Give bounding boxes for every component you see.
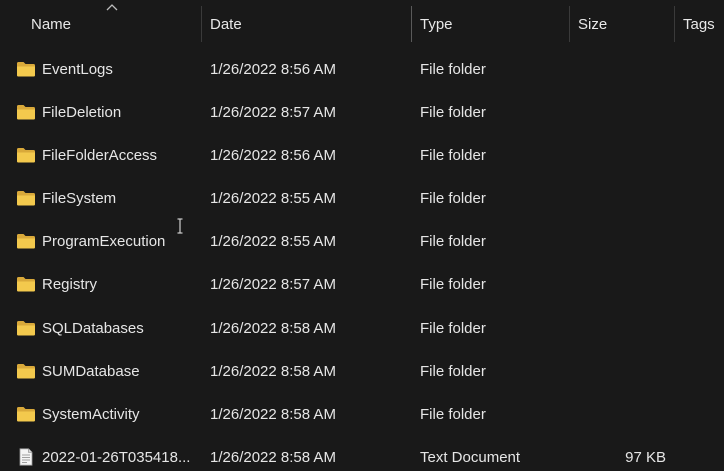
file-row[interactable]: SystemActivity 1/26/2022 8:58 AM File fold… xyxy=(0,393,724,436)
file-row[interactable]: FileFolderAccess 1/26/2022 8:56 AM File fo… xyxy=(0,134,724,177)
file-date: 1/26/2022 8:57 AM xyxy=(210,276,336,294)
file-row[interactable]: SUMDatabase 1/26/2022 8:58 AM File folder xyxy=(0,350,724,393)
file-name: Registry xyxy=(42,276,98,294)
folder-icon xyxy=(16,146,36,164)
file-name: ProgramExecution xyxy=(42,233,166,251)
text-document-icon xyxy=(16,448,36,466)
column-divider[interactable] xyxy=(411,6,412,42)
column-header-date[interactable]: Date xyxy=(210,0,242,46)
file-type: File folder xyxy=(420,147,486,165)
folder-icon xyxy=(16,362,36,380)
file-explorer-view: Name Date Type Size Tags EventLogs 1/26/2… xyxy=(0,0,724,471)
file-size xyxy=(560,91,666,134)
text-cursor-icon xyxy=(177,218,183,234)
file-list: EventLogs 1/26/2022 8:56 AM File folder Fil… xyxy=(0,48,724,471)
file-date: 1/26/2022 8:55 AM xyxy=(210,190,336,208)
file-name: SUMDatabase xyxy=(42,362,140,380)
file-date: 1/26/2022 8:55 AM xyxy=(210,233,336,251)
column-divider[interactable] xyxy=(674,6,675,42)
folder-icon xyxy=(16,405,36,423)
file-type: File folder xyxy=(420,233,486,251)
file-size xyxy=(560,263,666,306)
file-date: 1/26/2022 8:58 AM xyxy=(210,448,336,466)
file-date: 1/26/2022 8:58 AM xyxy=(210,405,336,423)
file-name: EventLogs xyxy=(42,61,113,78)
file-size xyxy=(560,220,666,263)
file-name: SQLDatabases xyxy=(42,319,144,337)
column-header-size[interactable]: Size xyxy=(578,0,607,46)
file-type: File folder xyxy=(420,61,486,78)
file-size xyxy=(560,393,666,436)
file-type: File folder xyxy=(420,362,486,380)
file-size xyxy=(560,134,666,177)
folder-icon xyxy=(16,232,36,250)
folder-icon xyxy=(16,60,36,78)
folder-icon xyxy=(16,275,36,293)
file-type: File folder xyxy=(420,319,486,337)
file-date: 1/26/2022 8:57 AM xyxy=(210,104,336,122)
file-date: 1/26/2022 8:56 AM xyxy=(210,147,336,165)
file-date: 1/26/2022 8:56 AM xyxy=(210,61,336,78)
file-type: Text Document xyxy=(420,448,521,466)
file-row[interactable]: 2022-01-26T035418... 1/26/2022 8:58 AM Tex… xyxy=(0,436,724,471)
file-name: FileFolderAccess xyxy=(42,147,158,165)
file-row[interactable]: EventLogs 1/26/2022 8:56 AM File folder xyxy=(0,48,724,91)
column-header-type[interactable]: Type xyxy=(420,0,453,46)
file-name: SystemActivity xyxy=(42,405,140,423)
sort-ascending-icon xyxy=(106,4,118,11)
file-date: 1/26/2022 8:58 AM xyxy=(210,319,336,337)
column-divider[interactable] xyxy=(569,6,570,42)
folder-icon xyxy=(16,103,36,121)
file-type: File folder xyxy=(420,276,486,294)
file-size xyxy=(560,177,666,220)
file-row[interactable]: FileDeletion 1/26/2022 8:57 AM File folder xyxy=(0,91,724,134)
column-header-bar: Name Date Type Size Tags xyxy=(0,0,724,46)
column-divider[interactable] xyxy=(201,6,202,42)
file-name: 2022-01-26T035418... xyxy=(42,448,191,466)
file-type: File folder xyxy=(420,405,486,423)
file-name: FileDeletion xyxy=(42,104,122,122)
file-name: FileSystem xyxy=(42,190,117,208)
folder-icon xyxy=(16,189,36,207)
file-type: File folder xyxy=(420,104,486,122)
file-row[interactable]: Registry 1/26/2022 8:57 AM File folder xyxy=(0,263,724,306)
file-date: 1/26/2022 8:58 AM xyxy=(210,362,336,380)
file-type: File folder xyxy=(420,190,486,208)
file-size xyxy=(560,350,666,393)
file-size: 97 KB xyxy=(625,448,666,466)
column-header-tags[interactable]: Tags xyxy=(683,0,715,46)
file-size xyxy=(560,307,666,350)
file-row[interactable]: SQLDatabases 1/26/2022 8:58 AM File folder xyxy=(0,307,724,350)
file-size xyxy=(560,48,666,91)
file-row[interactable]: FileSystem 1/26/2022 8:55 AM File folder xyxy=(0,177,724,220)
column-header-name[interactable]: Name xyxy=(31,0,71,46)
file-row[interactable]: ProgramExecution 1/26/2022 8:55 AM File fo… xyxy=(0,220,724,263)
folder-icon xyxy=(16,319,36,337)
